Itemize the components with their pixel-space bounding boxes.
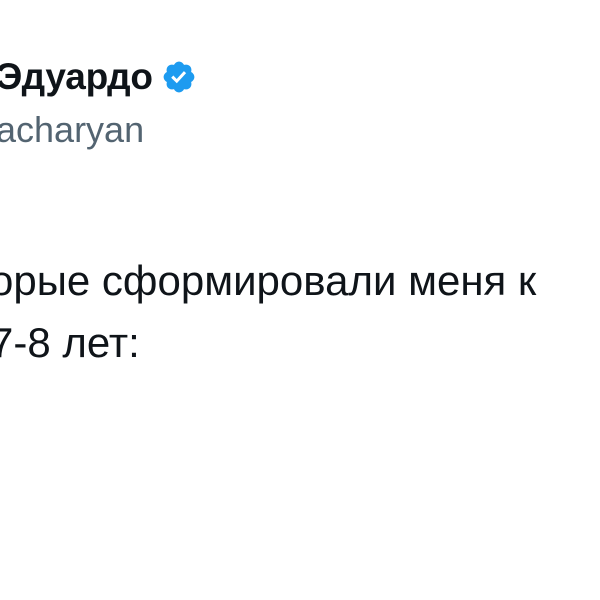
tweet-text: орые сформировали меня к 7-8 лет:: [0, 250, 600, 374]
author-display-name[interactable]: Эдуардо: [0, 52, 153, 102]
verified-badge-icon: [161, 59, 197, 95]
author-handle[interactable]: acharyan: [0, 108, 144, 152]
tweet-text-line: 7-8 лет:: [0, 319, 140, 366]
author-display-name-row[interactable]: Эдуардо: [0, 52, 197, 102]
tweet-text-line: орые сформировали меня к: [0, 257, 537, 304]
